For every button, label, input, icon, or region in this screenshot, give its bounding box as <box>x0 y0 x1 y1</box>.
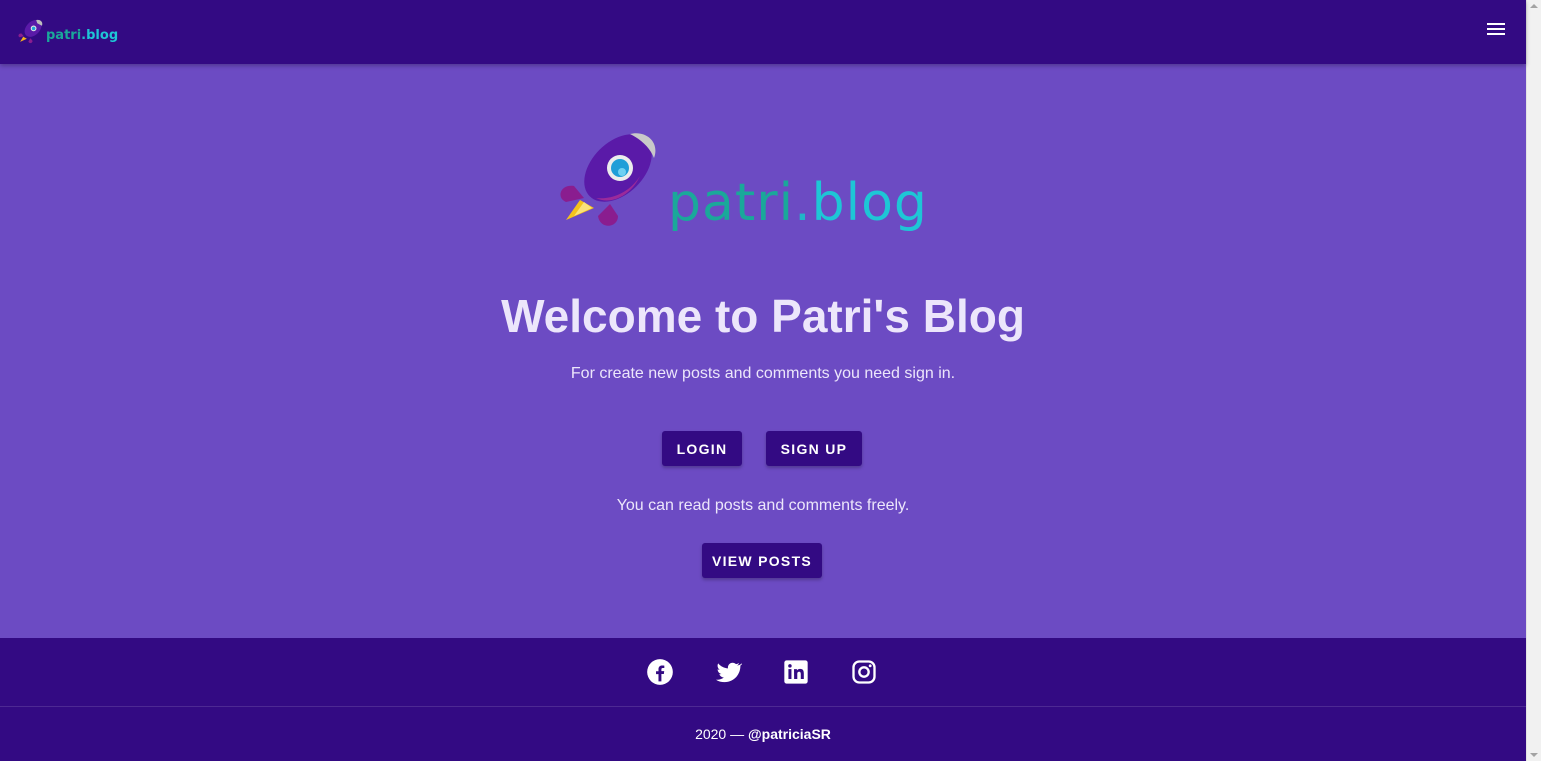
brand-dot: . <box>794 173 812 233</box>
sign-in-hint: For create new posts and comments you ne… <box>570 365 956 382</box>
copyright-separator: — <box>726 726 749 742</box>
rocket-icon <box>18 19 43 44</box>
read-freely-text: You can read posts and comments freely. <box>616 497 910 514</box>
scroll-down-arrow-icon[interactable] <box>1530 753 1538 757</box>
copyright-year: 2020 <box>695 726 727 742</box>
app-bar: patri.blog <box>0 0 1526 64</box>
header-brand-text: patri.blog <box>46 28 118 43</box>
vertical-scrollbar[interactable] <box>1526 0 1541 761</box>
page: patri.blog patri.blog Welcome to Patri's… <box>0 0 1526 761</box>
instagram-icon[interactable] <box>850 658 878 686</box>
hero-logo: patri.blog <box>556 128 956 240</box>
brand-suffix: blog <box>811 173 928 233</box>
copyright: 2020 — @patriciaSR <box>0 726 1526 742</box>
scroll-up-arrow-icon[interactable] <box>1530 4 1538 8</box>
footer: 2020 — @patriciaSR <box>0 638 1526 761</box>
facebook-icon[interactable] <box>646 658 674 686</box>
hamburger-menu-icon[interactable] <box>1487 20 1507 40</box>
login-button[interactable]: LOGIN <box>662 431 742 466</box>
social-links <box>0 658 1526 686</box>
footer-divider <box>0 706 1526 707</box>
author-handle: @patriciaSR <box>748 726 831 742</box>
hero-section: patri.blog Welcome to Patri's Blog For c… <box>0 64 1526 638</box>
view-posts-button[interactable]: VIEW POSTS <box>702 543 822 578</box>
header-logo-link[interactable]: patri.blog <box>18 16 118 46</box>
page-title: Welcome to Patri's Blog <box>501 290 1025 342</box>
rocket-icon <box>560 133 656 226</box>
hero-brand-text: patri.blog <box>668 173 928 233</box>
twitter-icon[interactable] <box>714 658 744 686</box>
brand-suffix: blog <box>86 27 119 43</box>
brand-name: patri <box>668 173 795 233</box>
sign-up-button[interactable]: SIGN UP <box>766 431 862 466</box>
linkedin-icon[interactable] <box>782 658 810 686</box>
brand-name: patri <box>46 27 82 43</box>
